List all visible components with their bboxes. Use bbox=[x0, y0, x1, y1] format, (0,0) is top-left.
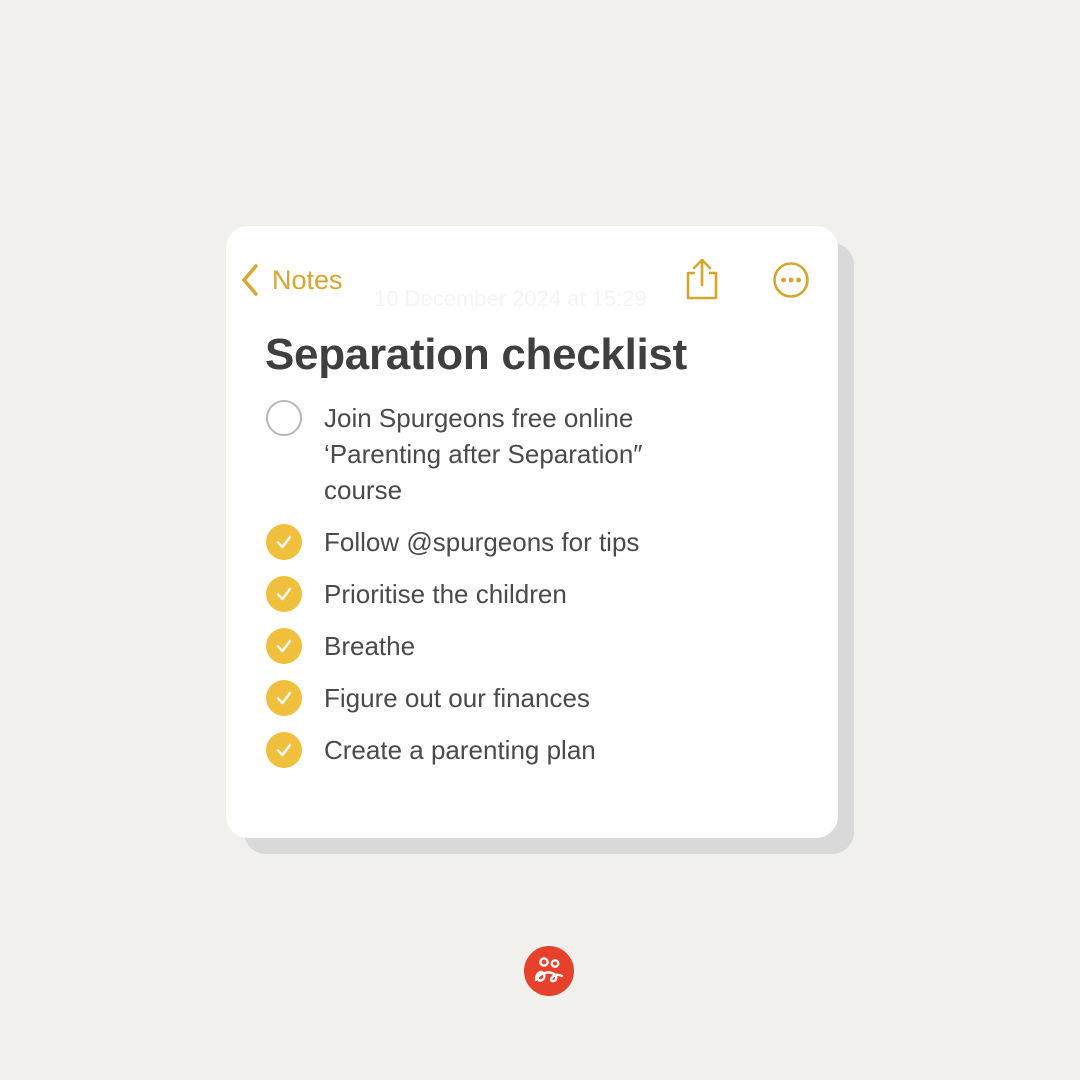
more-icon bbox=[773, 262, 809, 298]
checklist-item-text: Figure out our finances bbox=[324, 683, 590, 713]
checklist-item: Follow @spurgeons for tips bbox=[266, 524, 806, 560]
back-label: Notes bbox=[272, 264, 343, 295]
checkmark-icon bbox=[276, 587, 292, 601]
checkbox-checked[interactable] bbox=[266, 732, 302, 768]
share-button[interactable] bbox=[682, 256, 722, 302]
checkbox-checked[interactable] bbox=[266, 628, 302, 664]
checklist-item: Prioritise the children bbox=[266, 576, 806, 612]
checklist-item: Join Spurgeons free online ‘Parenting af… bbox=[266, 400, 806, 508]
checklist-item-text: Breathe bbox=[324, 631, 416, 661]
checklist-item: Figure out our finances bbox=[266, 680, 806, 716]
back-to-notes-button[interactable]: Notes bbox=[240, 260, 343, 300]
checkmark-icon bbox=[276, 639, 292, 653]
spurgeons-logo-icon bbox=[524, 946, 574, 996]
checkbox-checked[interactable] bbox=[266, 576, 302, 612]
checklist-item-text: Join Spurgeons free online ‘Parenting af… bbox=[324, 403, 643, 505]
more-options-button[interactable] bbox=[772, 261, 810, 299]
note-card: Notes 10 December 2024 at 15:29 Separati… bbox=[226, 226, 838, 838]
checkbox-checked[interactable] bbox=[266, 680, 302, 716]
checklist-item: Create a parenting plan bbox=[266, 732, 806, 768]
note-timestamp: 10 December 2024 at 15:29 bbox=[374, 286, 647, 311]
checklist-item: Breathe bbox=[266, 628, 806, 664]
chevron-left-icon bbox=[240, 263, 260, 297]
checklist: Join Spurgeons free online ‘Parenting af… bbox=[266, 400, 806, 784]
checkmark-icon bbox=[276, 691, 292, 705]
checkbox-unchecked[interactable] bbox=[266, 400, 302, 436]
checkmark-icon bbox=[276, 743, 292, 757]
checklist-item-text: Follow @spurgeons for tips bbox=[324, 527, 640, 557]
checklist-item-text: Prioritise the children bbox=[324, 579, 567, 609]
checkmark-icon bbox=[276, 535, 292, 549]
checkbox-checked[interactable] bbox=[266, 524, 302, 560]
checklist-item-text: Create a parenting plan bbox=[324, 735, 596, 765]
note-title: Separation checklist bbox=[265, 330, 687, 379]
share-icon bbox=[686, 258, 718, 300]
